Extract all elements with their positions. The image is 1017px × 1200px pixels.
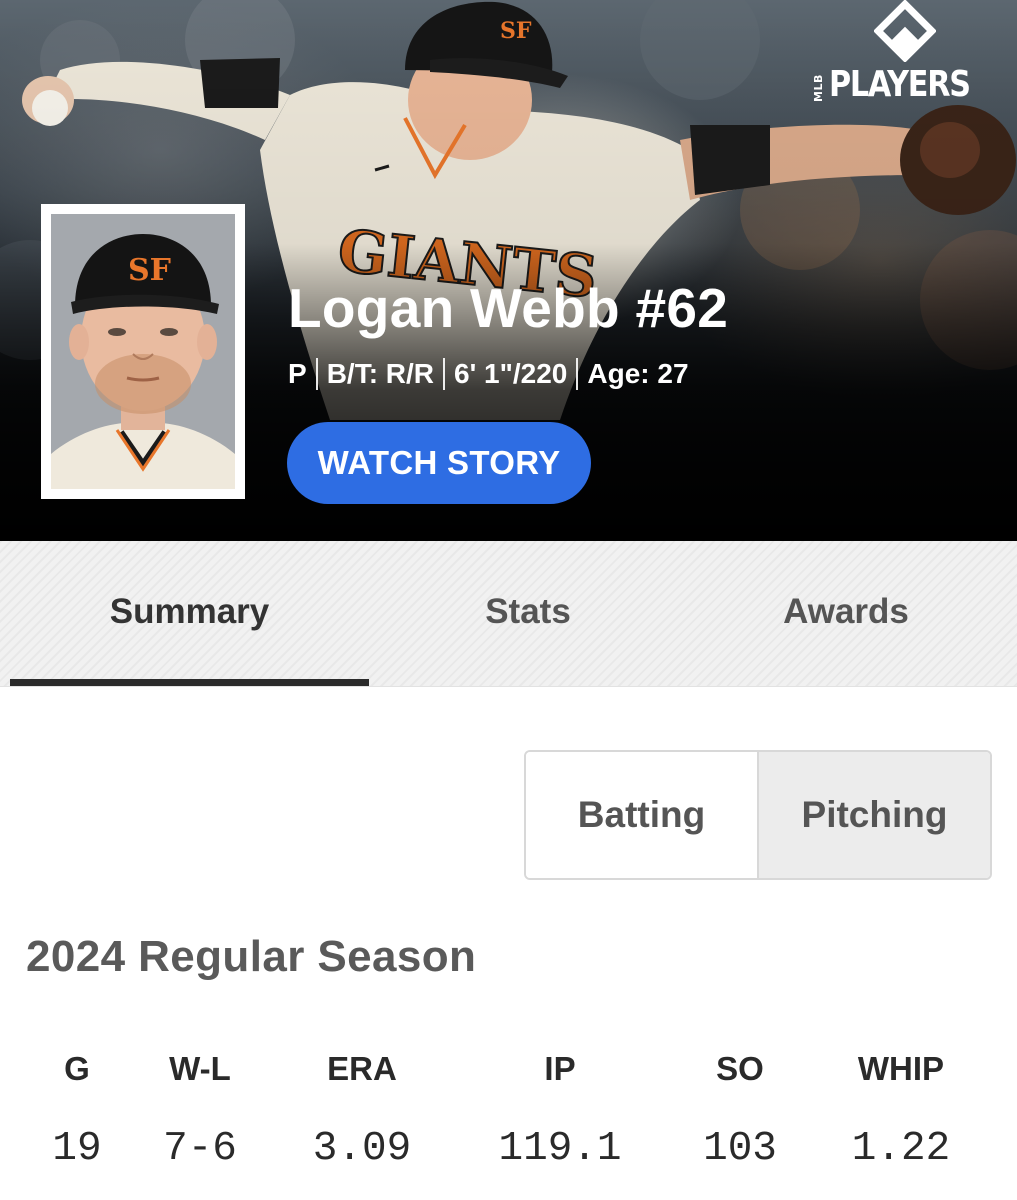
meta-divider [443, 358, 446, 390]
headshot-image: SF [51, 214, 235, 489]
player-meta: P B/T: R/R 6' 1"/220 Age: 27 [288, 358, 689, 390]
meta-divider [576, 358, 579, 390]
stat-value-era: 3.09 [312, 1126, 412, 1172]
tab-awards[interactable]: Awards [687, 541, 1005, 687]
meta-divider [315, 358, 318, 390]
stat-label-ip: IP [544, 1050, 576, 1087]
active-tab-indicator [10, 679, 369, 686]
players-diamond-icon [874, 0, 936, 62]
batting-pitching-toggle: Batting Pitching [524, 750, 992, 880]
season-title: 2024 Regular Season [26, 932, 477, 981]
brand-mlb-label: MLB [812, 74, 825, 102]
pitching-toggle-button[interactable]: Pitching [759, 752, 990, 878]
stat-label-whip: WHIP [857, 1050, 945, 1087]
player-headshot: SF [41, 204, 245, 499]
player-age: Age: 27 [587, 358, 689, 389]
player-bats-throws: B/T: R/R [326, 358, 435, 389]
profile-tabs: Summary Stats Awards [0, 541, 1017, 687]
stat-value-whip: 1.22 [851, 1126, 951, 1172]
player-height-weight: 6' 1"/220 [454, 358, 568, 389]
player-position: P [288, 358, 307, 389]
brand-players-label: PLAYERS [829, 64, 971, 105]
stat-label-era: ERA [327, 1050, 397, 1087]
stat-value-ip: 119.1 [498, 1126, 622, 1172]
batting-toggle-button[interactable]: Batting [526, 752, 759, 878]
tab-stats[interactable]: Stats [369, 541, 687, 687]
watch-story-button[interactable]: WATCH STORY [287, 422, 591, 504]
tab-summary[interactable]: Summary [10, 541, 369, 687]
svg-text:SF: SF [128, 253, 171, 288]
player-name: Logan Webb #62 [288, 277, 729, 339]
